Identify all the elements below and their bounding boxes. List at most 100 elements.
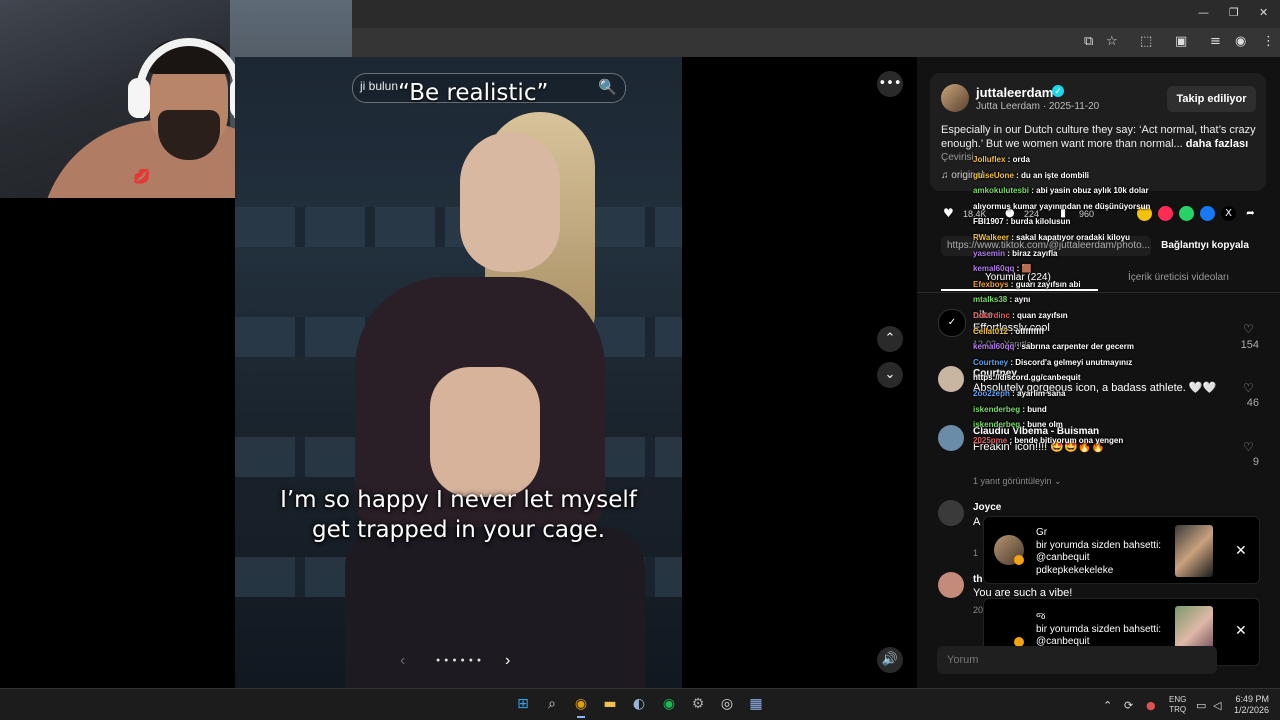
settings-icon[interactable]: ⚙ [688,694,708,714]
chat-message: sakal kapatıyor oradaki kiloyu [1016,232,1130,242]
windows-icon[interactable]: ⊞ [513,694,533,714]
notification-comment: pdkepkekekeleke [1036,564,1114,576]
minimize-button[interactable]: — [1198,6,1209,19]
chat-message: ayarlim sana [1017,388,1066,398]
badge-icon [1014,555,1024,565]
more-options-icon[interactable]: ••• [877,71,903,97]
explorer-icon[interactable]: ▬ [600,694,620,714]
carousel-dots[interactable]: ● ● ● ● ● ● [436,657,482,664]
avatar[interactable] [938,500,964,526]
chat-message: 🟫 [1021,264,1032,274]
chat-line: alıyormuş kumar yayınından ne düşünüyors… [973,199,1173,215]
network-icon[interactable]: ⟳ [1124,699,1133,712]
comment-author[interactable]: th [973,574,982,585]
notification-author: જ [1036,611,1046,622]
chat-line: guiseUone : du an işte dombili [973,170,1090,180]
volume-icon[interactable]: ◁ [1213,699,1221,712]
chat-username: yasemin [973,248,1006,258]
prev-photo-button[interactable]: ‹ [400,652,405,670]
facebook-share-icon[interactable] [1200,206,1215,221]
spotify-icon[interactable]: ◉ [659,694,679,714]
notification-author: Gr [1036,527,1048,538]
post-username[interactable]: juttaleerdam [976,85,1053,100]
language-top: ENG [1169,695,1187,704]
see-more-link[interactable]: daha fazlası [1186,138,1248,150]
notification-line: bir yorumda sizden bahsetti: [1036,623,1162,635]
app-icon[interactable]: ▦ [746,694,766,714]
chat-message: alıyormuş kumar yayınından ne düşünüyors… [973,201,1151,211]
next-photo-button[interactable]: › [505,652,510,670]
sound-icon[interactable]: 🔊 [877,647,903,673]
sidebar-icon[interactable]: ▣ [1175,34,1187,49]
comment-text: A [973,516,981,528]
mention-notification[interactable]: Gr bir yorumda sizden bahsetti: @canbequ… [983,516,1260,584]
next-video-button[interactable]: ⌄ [877,362,903,388]
obs-icon[interactable]: ◎ [717,694,737,714]
chat-message: abi yasin obuz aylık 10k dolar [1036,186,1149,196]
comment-like-icon[interactable]: ♡ [1243,440,1254,454]
chat-message: bund [1027,404,1047,414]
chat-line: iskenderbeg : bund [973,404,1047,414]
chat-line: 2oo2zeph : ayarlim sana [973,388,1066,398]
close-icon[interactable]: ✕ [1235,623,1247,639]
close-window-button[interactable]: ✕ [1259,6,1268,19]
menu-icon[interactable]: ⋮ [1262,34,1275,49]
previous-video-button[interactable]: ⌃ [877,326,903,352]
avatar[interactable] [941,84,969,112]
extensions-icon[interactable]: ⬚ [1140,34,1152,49]
tab-search-icon[interactable]: ≡ [1210,34,1221,49]
translate-link[interactable]: Çevirisi [941,152,974,163]
chat-line: yasemin : biraz zayıfla [973,248,1058,258]
search-icon[interactable]: ⌕ [542,694,562,714]
chat-line: 2025pme : bende bitiyorum ona yengen [973,435,1124,445]
comment-like-count: 46 [1246,397,1259,409]
chat-username: 2025pme [973,435,1008,445]
avatar[interactable] [938,366,964,392]
post-description: Especially in our Dutch culture they say… [941,123,1259,151]
chat-line: Jolluflex : orda [973,155,1030,164]
chat-username: Jolluflex [973,155,1006,164]
x-share-icon[interactable]: X [1221,206,1236,221]
chat-message: sabrına carpenter der gecerm [1021,342,1134,352]
screenshot-icon[interactable]: ⧉ [1084,34,1093,49]
microphone-icon[interactable]: ● [1146,699,1156,712]
clock[interactable]: 6:49 PM 1/2/2026 [1234,694,1269,716]
chat-username: mtalks38 [973,295,1008,305]
search-icon[interactable]: 🔍 [598,78,617,96]
chat-username: Dolardinc [973,310,1010,320]
post-subline: Jutta Leerdam · 2025-11-20 [976,101,1100,112]
photo-title-text: “Be realistic” [398,80,549,106]
close-icon[interactable]: ✕ [1235,543,1247,559]
comment-input[interactable] [937,646,1217,674]
view-replies-link[interactable]: 1 yanıt görüntüleyin ⌄ [973,476,1062,487]
follow-button[interactable]: Takip ediliyor [1167,86,1256,112]
notification-thumbnail[interactable] [1175,525,1213,577]
comment-like-icon[interactable]: ♡ [1243,381,1254,395]
maximize-button[interactable]: ❐ [1229,6,1239,19]
avatar[interactable]: ✓ [938,309,966,337]
comment-like-icon[interactable]: ♡ [1243,322,1254,336]
avatar[interactable] [938,572,964,598]
avatar[interactable] [938,425,964,451]
language-indicator[interactable]: ENG TRQ [1169,695,1186,715]
whatsapp-share-icon[interactable] [1179,206,1194,221]
chat-username: RWalkeer [973,232,1010,242]
tray-chevron-icon[interactable]: ⌃ [1103,699,1112,712]
comment-author[interactable]: Joyce [973,502,1001,513]
language-bottom: TRQ [1169,705,1187,714]
chrome-icon[interactable]: ◉ [571,694,591,714]
profile-icon[interactable]: ◉ [1235,34,1246,49]
chat-line: Efexboys : guarı zayıfsın abi [973,279,1081,289]
chat-message: bune olm [1027,420,1063,430]
chat-message: bende bitiyorum ona yengen [1014,435,1124,445]
steam-icon[interactable]: ◐ [629,694,649,714]
chat-message: orda [1012,155,1030,164]
chat-username: kemal60qq [973,342,1015,352]
like-icon[interactable]: ♥ [943,206,954,220]
photo-carousel[interactable] [235,57,682,688]
left-backdrop [0,198,235,688]
display-icon[interactable]: ▭ [1196,699,1206,712]
share-forward-icon[interactable]: ➦ [1243,206,1258,221]
star-icon[interactable]: ☆ [1106,34,1118,49]
chat-line: kemal60qq : sabrına carpenter der gecerm [973,342,1134,352]
